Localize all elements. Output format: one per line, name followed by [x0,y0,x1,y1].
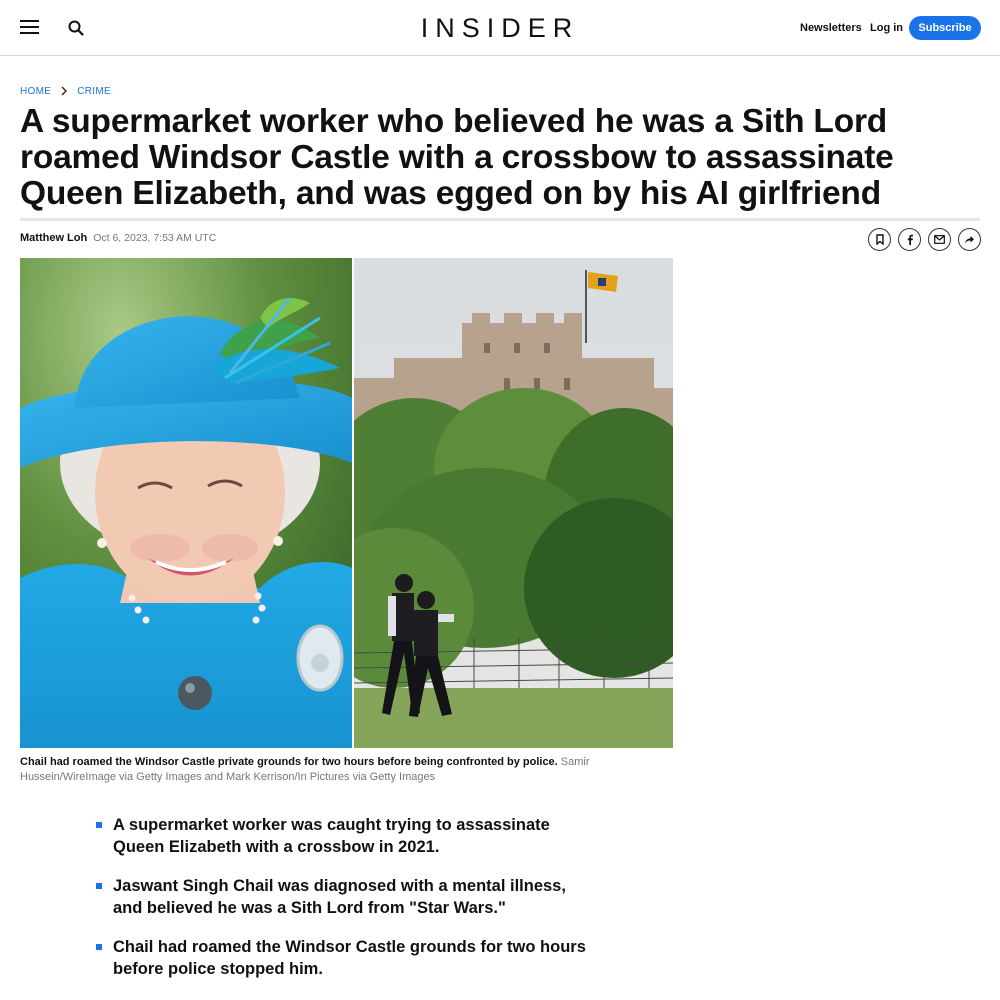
key-point-item: Chail had roamed the Windsor Castle grou… [96,936,596,980]
hamburger-menu-icon[interactable] [20,18,40,36]
bullet-square-icon [96,822,102,828]
headline-divider [20,218,980,221]
article-headline: A supermarket worker who believed he was… [20,103,894,212]
key-point-text: Jaswant Singh Chail was diagnosed with a… [113,877,566,917]
queen-portrait-image [20,258,352,748]
key-point-item: Jaswant Singh Chail was diagnosed with a… [96,875,596,919]
facebook-icon [907,234,913,245]
login-link[interactable]: Log in [870,20,903,36]
bullet-square-icon [96,883,102,889]
search-icon[interactable] [67,19,85,37]
image-caption: Chail had roamed the Windsor Castle priv… [20,755,620,785]
key-points-list: A supermarket worker was caught trying t… [96,814,596,997]
email-share-button[interactable] [928,228,951,251]
breadcrumb-home[interactable]: HOME [20,86,51,97]
caption-text: Chail had roamed the Windsor Castle priv… [20,756,558,768]
email-icon [934,235,945,244]
author-name[interactable]: Matthew Loh [20,232,87,244]
subscribe-button[interactable]: Subscribe [909,16,981,40]
bullet-square-icon [96,944,102,950]
bookmark-button[interactable] [868,228,891,251]
hero-image [20,258,673,748]
key-point-text: A supermarket worker was caught trying t… [113,816,550,856]
share-arrow-icon [965,235,974,244]
facebook-share-button[interactable] [898,228,921,251]
key-point-text: Chail had roamed the Windsor Castle grou… [113,938,586,978]
chevron-right-icon [61,86,68,96]
publish-date: Oct 6, 2023, 7:53 AM UTC [93,232,217,244]
share-button[interactable] [958,228,981,251]
newsletters-link[interactable]: Newsletters [800,20,862,36]
site-header: INSIDER Newsletters Log in Subscribe [0,0,1000,56]
breadcrumb-crime[interactable]: CRIME [77,86,111,97]
byline: Matthew Loh Oct 6, 2023, 7:53 AM UTC [20,232,216,248]
breadcrumb: HOME CRIME [20,84,111,98]
key-point-item: A supermarket worker was caught trying t… [96,814,596,858]
bookmark-icon [875,234,884,245]
windsor-castle-image [354,258,673,748]
insider-logo[interactable]: INSIDER [400,12,600,44]
